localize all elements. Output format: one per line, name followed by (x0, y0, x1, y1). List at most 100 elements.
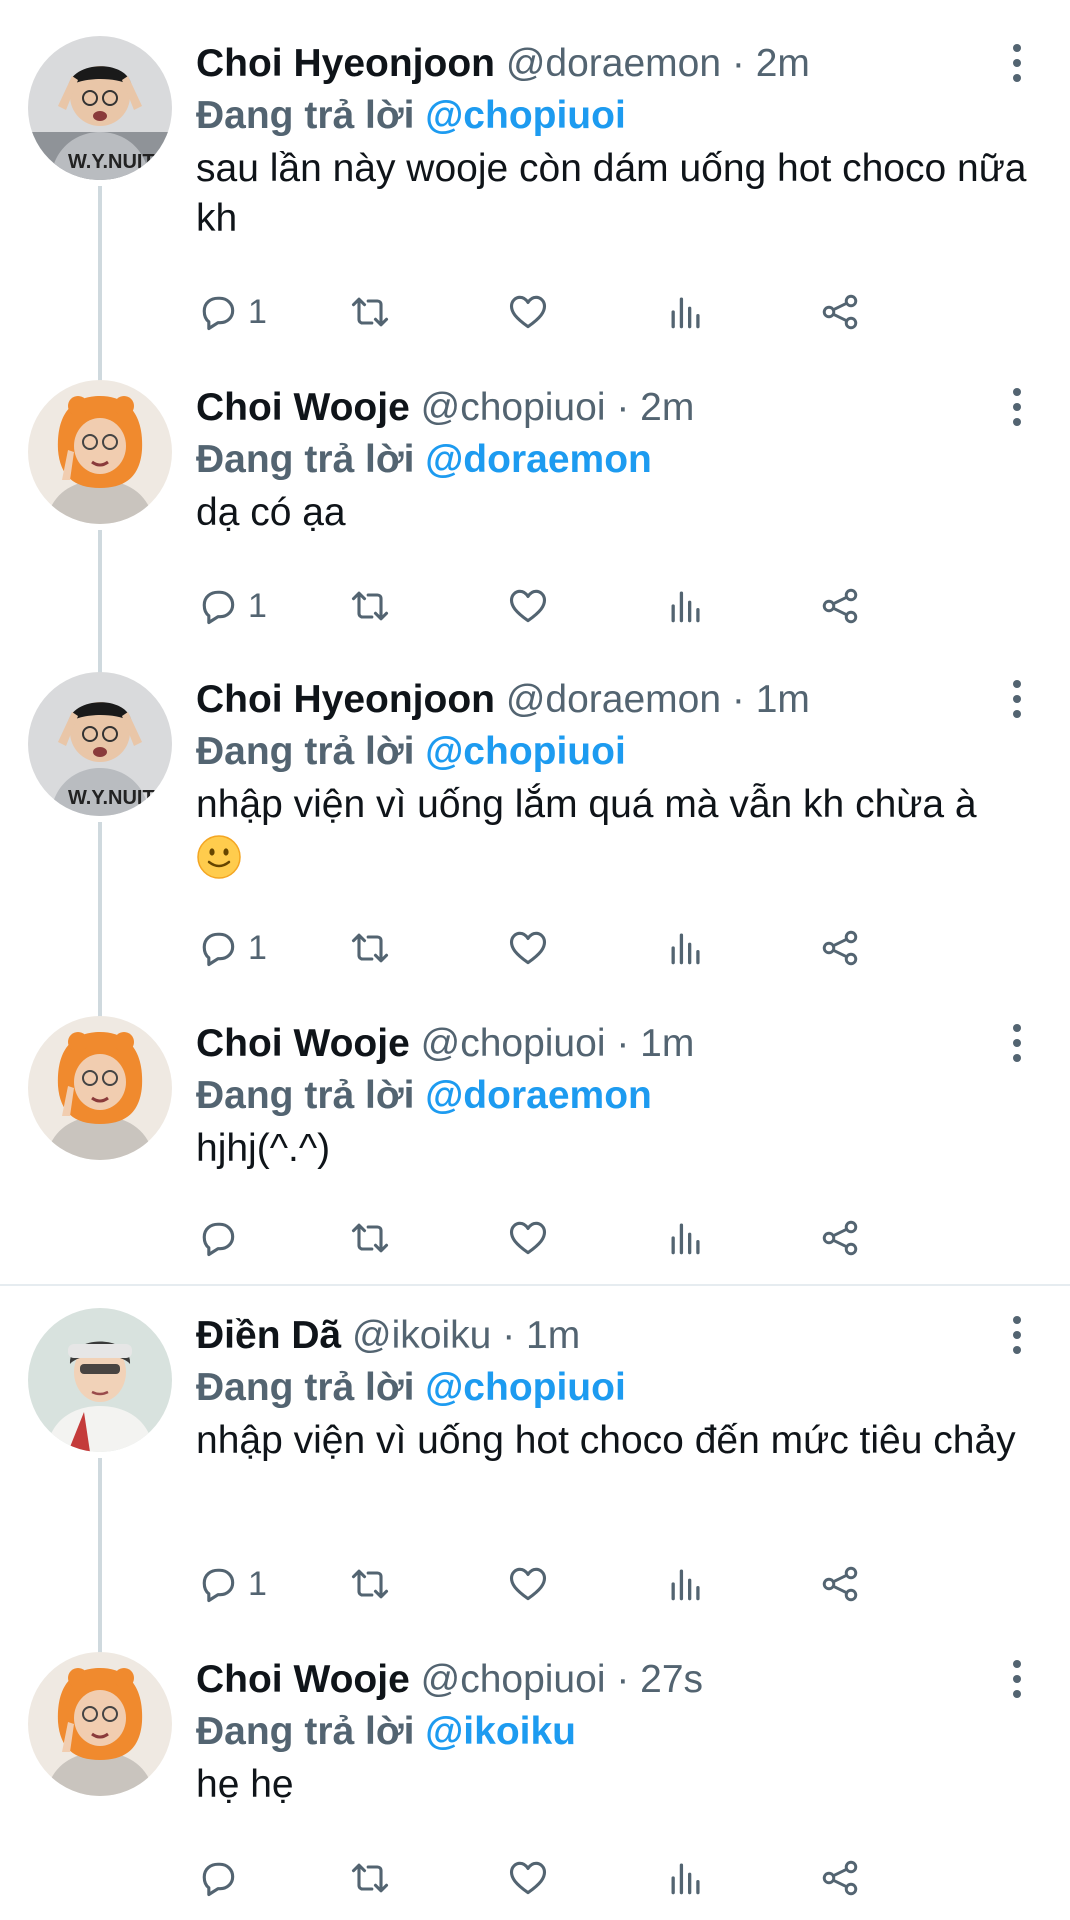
share-button[interactable] (818, 580, 862, 632)
reply-button[interactable] (196, 1852, 248, 1904)
action-bar (196, 1212, 1016, 1264)
views-button[interactable] (664, 1212, 708, 1264)
avatar[interactable]: W.Y.NUIT (28, 36, 172, 180)
author-handle[interactable]: @chopiuoi (421, 1022, 606, 1065)
replying-to-handle[interactable]: @chopiuoi (425, 1366, 626, 1409)
reply-icon (202, 1568, 235, 1603)
tweet-text: dạ có ạa (196, 491, 346, 534)
like-button[interactable] (506, 1852, 550, 1904)
timestamp[interactable]: 27s (640, 1658, 703, 1701)
replying-to: Đang trả lời @chopiuoi (196, 1364, 626, 1412)
views-button[interactable] (664, 1558, 708, 1610)
author-name[interactable]: Choi Wooje (196, 1658, 410, 1701)
retweet-button[interactable] (348, 922, 392, 974)
more-icon[interactable] (1008, 680, 1026, 720)
replying-to-handle[interactable]: @doraemon (425, 438, 652, 481)
retweet-icon (351, 297, 389, 327)
replying-to: Đang trả lời @doraemon (196, 1072, 652, 1120)
timestamp[interactable]: 2m (756, 42, 810, 85)
views-button[interactable] (664, 580, 708, 632)
author-name[interactable]: Choi Wooje (196, 386, 410, 429)
author-name[interactable]: Choi Hyeonjoon (196, 42, 495, 85)
tweet[interactable]: Choi Wooje @chopiuoi · 1m Đang trả lời @… (0, 1016, 1070, 1276)
reply-button[interactable]: 1 (196, 286, 267, 338)
reply-button[interactable]: 1 (196, 1558, 267, 1610)
reply-count: 1 (248, 928, 267, 967)
heart-icon (509, 1221, 547, 1255)
tweet-text: sau lần này wooje còn dám uống hot choco… (196, 147, 1027, 240)
avatar[interactable] (28, 1308, 172, 1452)
retweet-button[interactable] (348, 1212, 392, 1264)
replying-to: Đang trả lời @ikoiku (196, 1708, 576, 1756)
like-button[interactable] (506, 580, 550, 632)
action-bar (196, 1852, 1016, 1904)
share-button[interactable] (818, 1558, 862, 1610)
views-icon (671, 591, 700, 623)
retweet-icon (351, 933, 389, 963)
like-button[interactable] (506, 922, 550, 974)
replying-to-handle[interactable]: @chopiuoi (425, 94, 626, 137)
more-icon[interactable] (1008, 1660, 1026, 1700)
replying-to-label: Đang trả lời (196, 438, 415, 481)
like-button[interactable] (506, 286, 550, 338)
replying-to-handle[interactable]: @chopiuoi (425, 730, 626, 773)
reply-count: 1 (248, 586, 267, 625)
share-button[interactable] (818, 286, 862, 338)
timestamp[interactable]: 1m (640, 1022, 694, 1065)
reply-icon (202, 296, 235, 331)
replying-to-handle[interactable]: @doraemon (425, 1074, 652, 1117)
like-button[interactable] (506, 1558, 550, 1610)
separator: · (616, 1658, 630, 1701)
reply-button[interactable]: 1 (196, 922, 267, 974)
views-button[interactable] (664, 1852, 708, 1904)
reply-button[interactable]: 1 (196, 580, 267, 632)
author-name[interactable]: Điền Dã (196, 1314, 341, 1357)
share-button[interactable] (818, 1852, 862, 1904)
author-handle[interactable]: @doraemon (506, 42, 721, 85)
avatar[interactable] (28, 380, 172, 524)
reply-button[interactable] (196, 1212, 248, 1264)
replying-to-label: Đang trả lời (196, 1074, 415, 1117)
retweet-button[interactable] (348, 1852, 392, 1904)
tweet[interactable]: W.Y.NUIT Choi Hyeonjoon @doraemon · 1m Đ… (0, 672, 1070, 1058)
timestamp[interactable]: 2m (640, 386, 694, 429)
author-handle[interactable]: @chopiuoi (421, 386, 606, 429)
more-icon[interactable] (1008, 1316, 1026, 1356)
retweet-button[interactable] (348, 1558, 392, 1610)
more-icon[interactable] (1008, 1024, 1026, 1064)
like-button[interactable] (506, 1212, 550, 1264)
avatar[interactable] (28, 1652, 172, 1796)
reply-count: 1 (248, 292, 267, 331)
reply-icon (202, 932, 235, 967)
avatar[interactable] (28, 1016, 172, 1160)
tweet[interactable]: Choi Wooje @chopiuoi · 27s Đang trả lời … (0, 1652, 1070, 1912)
reply-icon (202, 1222, 235, 1257)
tweet-text: hjhj(^.^) (196, 1127, 331, 1170)
views-button[interactable] (664, 286, 708, 338)
svg-text:W.Y.NUIT: W.Y.NUIT (68, 787, 155, 809)
share-button[interactable] (818, 1212, 862, 1264)
timestamp[interactable]: 1m (526, 1314, 580, 1357)
author-name[interactable]: Choi Wooje (196, 1022, 410, 1065)
replying-to-handle[interactable]: @ikoiku (425, 1710, 576, 1753)
avatar[interactable]: W.Y.NUIT (28, 672, 172, 816)
timestamp[interactable]: 1m (756, 678, 810, 721)
author-handle[interactable]: @chopiuoi (421, 1658, 606, 1701)
more-icon[interactable] (1008, 44, 1026, 84)
separator: · (616, 386, 630, 429)
tweet-header: Choi Hyeonjoon @doraemon · 1m (196, 676, 970, 724)
author-handle[interactable]: @doraemon (506, 678, 721, 721)
author-name[interactable]: Choi Hyeonjoon (196, 678, 495, 721)
retweet-button[interactable] (348, 286, 392, 338)
retweet-button[interactable] (348, 580, 392, 632)
views-button[interactable] (664, 922, 708, 974)
author-handle[interactable]: @ikoiku (352, 1314, 491, 1357)
tweet[interactable]: W.Y.NUIT Choi Hyeonjoon @doraemon · 2m Đ… (0, 36, 1070, 422)
more-icon[interactable] (1008, 388, 1026, 428)
share-button[interactable] (818, 922, 862, 974)
tweet[interactable]: Choi Wooje @chopiuoi · 2m Đang trả lời @… (0, 380, 1070, 736)
tweet[interactable]: Điền Dã @ikoiku · 1m Đang trả lời @chopi… (0, 1308, 1070, 1694)
retweet-icon (351, 1569, 389, 1599)
reply-icon (202, 590, 235, 625)
reply-icon (202, 1862, 235, 1897)
